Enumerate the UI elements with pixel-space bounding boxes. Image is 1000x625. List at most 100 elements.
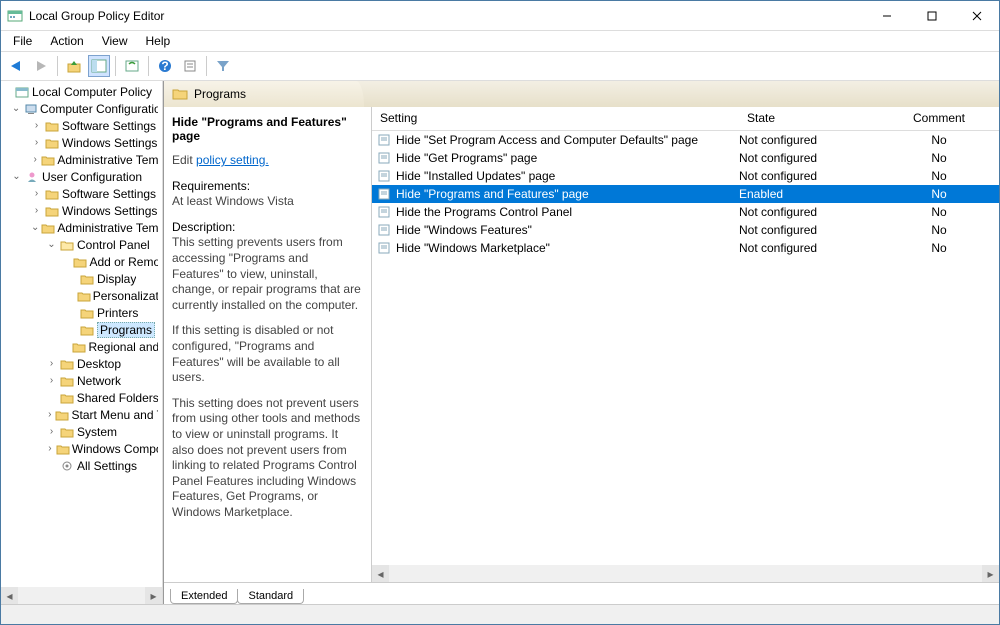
folder-icon xyxy=(172,87,188,101)
minimize-button[interactable] xyxy=(864,1,909,30)
description-p2: If this setting is disabled or not confi… xyxy=(172,323,363,385)
tree-item[interactable]: Display xyxy=(1,270,162,287)
tree-item[interactable]: ›Windows Settings xyxy=(1,202,162,219)
menu-file[interactable]: File xyxy=(5,32,40,50)
list-item[interactable]: Hide "Windows Marketplace"Not configured… xyxy=(372,239,999,257)
tree-item-programs-selected[interactable]: Programs xyxy=(1,321,162,338)
breadcrumb-tab: Programs xyxy=(164,81,364,107)
col-comment[interactable]: Comment xyxy=(879,107,999,130)
col-state[interactable]: State xyxy=(739,107,879,130)
list-header: Setting State Comment xyxy=(372,107,999,131)
tree-item[interactable]: Personalization xyxy=(1,287,162,304)
folder-icon xyxy=(59,357,75,371)
tree-item[interactable]: ›Software Settings xyxy=(1,117,162,134)
setting-state: Enabled xyxy=(739,187,879,201)
tree-root[interactable]: Local Computer Policy xyxy=(1,83,162,100)
expand-icon[interactable]: › xyxy=(31,205,42,216)
tree-item[interactable]: ›Network xyxy=(1,372,162,389)
list-item[interactable]: Hide the Programs Control PanelNot confi… xyxy=(372,203,999,221)
tab-standard[interactable]: Standard xyxy=(237,589,304,604)
help-button[interactable]: ? xyxy=(154,55,176,77)
close-button[interactable] xyxy=(954,1,999,30)
tree-item[interactable]: ›Windows Settings xyxy=(1,134,162,151)
tree-computer-config[interactable]: ⌄Computer Configuration xyxy=(1,100,162,117)
collapse-icon[interactable]: ⌄ xyxy=(11,103,21,114)
tree-item[interactable]: Shared Folders xyxy=(1,389,162,406)
tree-item[interactable]: Add or Remove Programs xyxy=(1,253,162,270)
tree-item[interactable]: ›Desktop xyxy=(1,355,162,372)
expand-icon[interactable]: › xyxy=(31,137,42,148)
expand-icon[interactable]: › xyxy=(31,154,39,165)
properties-button[interactable] xyxy=(179,55,201,77)
collapse-icon[interactable]: ⌄ xyxy=(31,222,39,233)
setting-state: Not configured xyxy=(739,223,879,237)
setting-comment: No xyxy=(879,187,999,201)
tree-item[interactable]: ›System xyxy=(1,423,162,440)
folder-icon xyxy=(79,323,95,337)
scroll-left-icon[interactable]: ◂ xyxy=(1,587,18,604)
setting-name: Hide "Windows Features" xyxy=(394,223,739,237)
folder-icon xyxy=(59,391,75,405)
tree-item[interactable]: All Settings xyxy=(1,457,162,474)
scroll-track[interactable] xyxy=(389,565,982,582)
list-item[interactable]: Hide "Get Programs" pageNot configuredNo xyxy=(372,149,999,167)
tree-item[interactable]: ›Windows Components xyxy=(1,440,162,457)
menu-help[interactable]: Help xyxy=(138,32,179,50)
setting-state: Not configured xyxy=(739,133,879,147)
refresh-button[interactable] xyxy=(121,55,143,77)
tab-extended[interactable]: Extended xyxy=(170,589,238,604)
list-item[interactable]: Hide "Installed Updates" pageNot configu… xyxy=(372,167,999,185)
list-item[interactable]: Hide "Set Program Access and Computer De… xyxy=(372,131,999,149)
folder-icon xyxy=(56,442,70,456)
tree-item[interactable]: ›Start Menu and Taskbar xyxy=(1,406,162,423)
scroll-left-icon[interactable]: ◂ xyxy=(372,565,389,582)
menu-view[interactable]: View xyxy=(94,32,136,50)
tree-item[interactable]: Regional and Language Options xyxy=(1,338,162,355)
list-scrollbar[interactable]: ◂ ▸ xyxy=(372,565,999,582)
tree-item[interactable]: Printers xyxy=(1,304,162,321)
folder-icon xyxy=(44,119,60,133)
menu-action[interactable]: Action xyxy=(42,32,91,50)
show-hide-tree-button[interactable] xyxy=(88,55,110,77)
expand-icon[interactable]: › xyxy=(46,375,57,386)
expand-icon[interactable]: › xyxy=(31,188,42,199)
collapse-icon[interactable]: ⌄ xyxy=(11,171,22,182)
tree-item[interactable]: ⌄Control Panel xyxy=(1,236,162,253)
scroll-right-icon[interactable]: ▸ xyxy=(982,565,999,582)
expand-icon[interactable]: › xyxy=(31,120,42,131)
maximize-button[interactable] xyxy=(909,1,954,30)
settings-list: Setting State Comment Hide "Set Program … xyxy=(372,107,999,582)
edit-label: Edit xyxy=(172,153,196,167)
collapse-icon[interactable]: ⌄ xyxy=(46,239,57,250)
setting-state: Not configured xyxy=(739,169,879,183)
edit-policy-link[interactable]: policy setting. xyxy=(196,153,269,167)
list-item[interactable]: Hide "Programs and Features" pageEnabled… xyxy=(372,185,999,203)
tree-scrollbar[interactable]: ◂ ▸ xyxy=(1,587,162,604)
expand-icon[interactable]: › xyxy=(46,358,57,369)
scroll-right-icon[interactable]: ▸ xyxy=(145,587,162,604)
description-label: Description: xyxy=(172,220,235,234)
setting-state: Not configured xyxy=(739,205,879,219)
tree-user-config[interactable]: ⌄User Configuration xyxy=(1,168,162,185)
folder-icon xyxy=(41,153,55,167)
back-button[interactable] xyxy=(5,55,27,77)
tree-item[interactable]: ⌄Administrative Templates xyxy=(1,219,162,236)
tree-item[interactable]: ›Administrative Templates xyxy=(1,151,162,168)
setting-state: Not configured xyxy=(739,241,879,255)
tree-pane[interactable]: Local Computer Policy ⌄Computer Configur… xyxy=(1,81,163,604)
expand-icon[interactable]: › xyxy=(46,443,54,454)
list-item[interactable]: Hide "Windows Features"Not configuredNo xyxy=(372,221,999,239)
setting-comment: No xyxy=(879,205,999,219)
col-setting[interactable]: Setting xyxy=(372,107,739,130)
policy-item-icon xyxy=(376,134,392,146)
expand-icon[interactable]: › xyxy=(46,426,57,437)
tree: Local Computer Policy ⌄Computer Configur… xyxy=(1,81,162,476)
titlebar[interactable]: Local Group Policy Editor xyxy=(1,1,999,31)
up-folder-button[interactable] xyxy=(63,55,85,77)
filter-button[interactable] xyxy=(212,55,234,77)
tree-item[interactable]: ›Software Settings xyxy=(1,185,162,202)
toolbar-separator xyxy=(57,56,58,76)
statusbar xyxy=(1,604,999,624)
expand-icon[interactable]: › xyxy=(46,409,53,420)
forward-button[interactable] xyxy=(30,55,52,77)
